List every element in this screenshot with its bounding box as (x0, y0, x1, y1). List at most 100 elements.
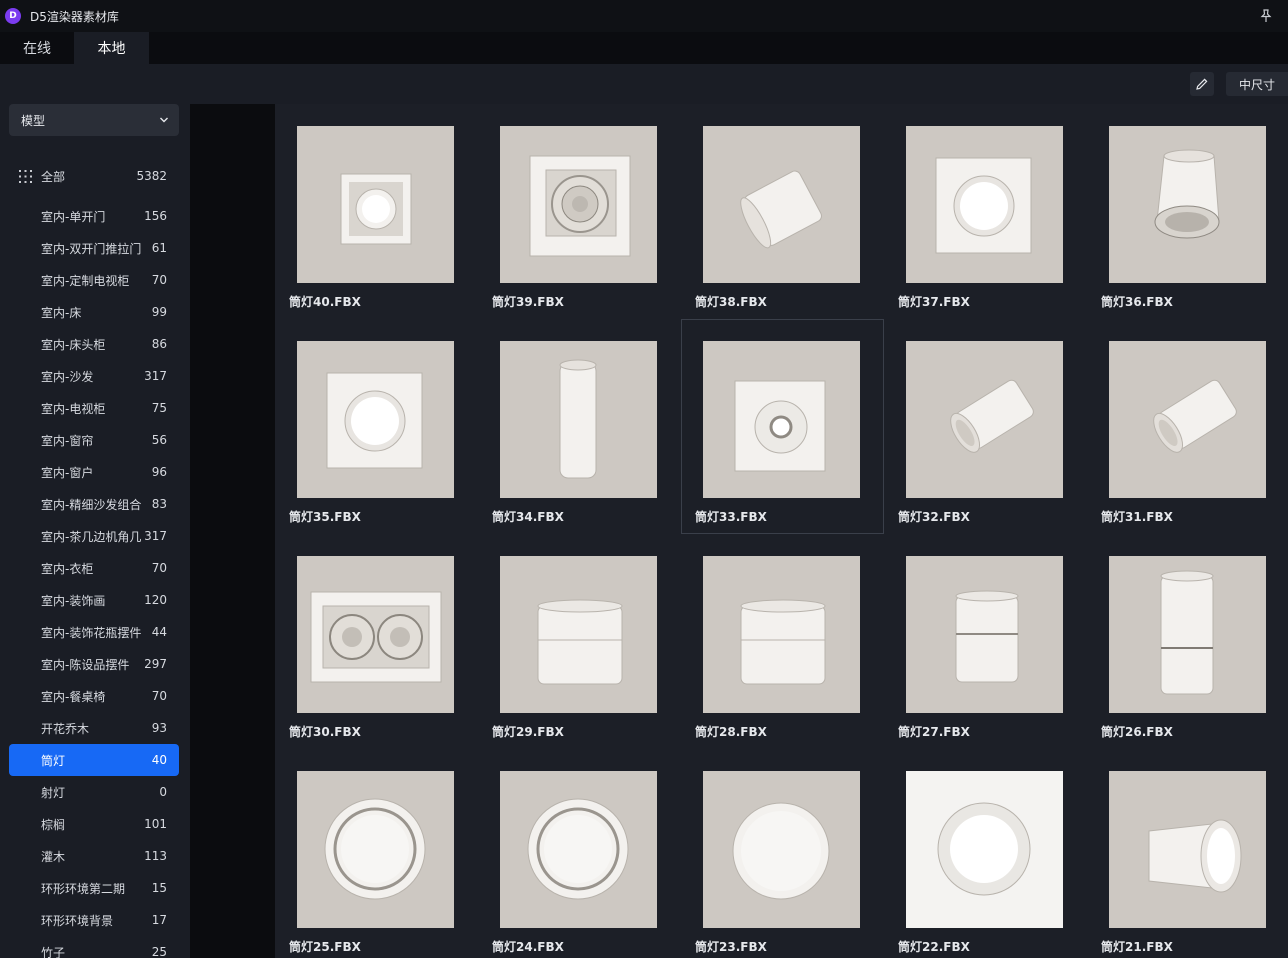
sidebar-item-count: 93 (151, 721, 167, 735)
sidebar-item[interactable]: 室内-电视柜 75 (9, 392, 179, 424)
asset-card[interactable]: 筒灯39.FBX (478, 104, 681, 319)
asset-thumbnail (1109, 126, 1266, 283)
asset-card[interactable]: 筒灯32.FBX (884, 319, 1087, 534)
sidebar-item[interactable]: 环形环境背景 17 (9, 904, 179, 936)
round-ring-downlight-icon (297, 771, 454, 928)
sidebar-item-label: 棕榈 (41, 817, 66, 832)
short-cylinder-light-icon (906, 556, 1063, 713)
sidebar-item-count: 61 (151, 241, 167, 255)
asset-name: 筒灯28.FBX (695, 725, 767, 739)
asset-card[interactable]: 筒灯29.FBX (478, 534, 681, 749)
dropdown-value: 模型 (21, 113, 46, 128)
sidebar-item-count: 113 (144, 849, 167, 863)
sidebar-item-label: 室内-床 (41, 305, 82, 320)
sidebar-item[interactable]: 室内-定制电视柜 70 (9, 264, 179, 296)
sidebar-item[interactable]: 室内-茶几边机角几 317 (9, 520, 179, 552)
asset-card[interactable]: 筒灯38.FBX (681, 104, 884, 319)
sidebar-item-label: 室内-衣柜 (41, 561, 94, 576)
sidebar-item-count: 101 (144, 817, 167, 831)
sidebar-item-label: 室内-装饰花瓶摆件 (41, 625, 142, 640)
asset-card[interactable]: 筒灯40.FBX (275, 104, 478, 319)
sidebar-item-count: 25 (151, 945, 167, 958)
sidebar-item[interactable]: 射灯 0 (9, 776, 179, 808)
asset-thumbnail (297, 556, 454, 713)
wide-cylinder-light-icon (500, 556, 657, 713)
tab-local[interactable]: 本地 (74, 32, 149, 64)
sidebar-item-label: 环形环境背景 (41, 913, 114, 928)
sidebar-item-label: 环形环境第二期 (41, 881, 126, 896)
sidebar-item[interactable]: 室内-单开门 156 (9, 200, 179, 232)
sidebar-item-count: 96 (151, 465, 167, 479)
asset-name: 筒灯26.FBX (1101, 725, 1173, 739)
sidebar-item-label: 室内-陈设品摆件 (41, 657, 130, 672)
asset-card[interactable]: 筒灯30.FBX (275, 534, 478, 749)
asset-name: 筒灯32.FBX (898, 510, 970, 524)
content-side-strip (190, 104, 275, 958)
sidebar-item-count: 75 (151, 401, 167, 415)
asset-thumbnail (500, 126, 657, 283)
sidebar-item-all[interactable]: 全部 5382 (9, 160, 179, 192)
sidebar-item[interactable]: 室内-衣柜 70 (9, 552, 179, 584)
sidebar-item[interactable]: 筒灯 40 (9, 744, 179, 776)
asset-card[interactable]: 筒灯27.FBX (884, 534, 1087, 749)
asset-name: 筒灯22.FBX (898, 940, 970, 954)
asset-thumbnail (1109, 341, 1266, 498)
toolbar: 中尺寸 (0, 64, 1288, 104)
wide-cylinder-light-icon (703, 556, 860, 713)
asset-card[interactable]: 筒灯33.FBX (681, 319, 884, 534)
asset-card[interactable]: 筒灯35.FBX (275, 319, 478, 534)
sidebar-item[interactable]: 室内-床头柜 86 (9, 328, 179, 360)
category-type-dropdown[interactable]: 模型 (9, 104, 179, 136)
asset-card[interactable]: 筒灯21.FBX (1087, 749, 1288, 958)
sidebar-item[interactable]: 开花乔木 93 (9, 712, 179, 744)
title-bar: D D5渲染器素材库 (0, 0, 1288, 32)
sidebar-item[interactable]: 室内-精细沙发组合 83 (9, 488, 179, 520)
asset-card[interactable]: 筒灯22.FBX (884, 749, 1087, 958)
asset-name: 筒灯29.FBX (492, 725, 564, 739)
asset-card[interactable]: 筒灯25.FBX (275, 749, 478, 958)
app-logo-icon: D (5, 8, 21, 24)
sidebar-item-label: 灌木 (41, 849, 66, 864)
grid-icon (19, 170, 32, 183)
asset-name: 筒灯39.FBX (492, 295, 564, 309)
sidebar-item[interactable]: 室内-装饰花瓶摆件 44 (9, 616, 179, 648)
sidebar-item[interactable]: 灌木 113 (9, 840, 179, 872)
square-round-downlight-icon (297, 341, 454, 498)
pin-icon[interactable] (1258, 8, 1274, 24)
sidebar-item-label: 射灯 (41, 785, 66, 800)
asset-thumbnail (703, 771, 860, 928)
tab-online[interactable]: 在线 (0, 32, 74, 64)
sidebar-item[interactable]: 室内-窗帘 56 (9, 424, 179, 456)
sidebar-item-count: 40 (151, 753, 167, 767)
sidebar-item[interactable]: 棕榈 101 (9, 808, 179, 840)
asset-card[interactable]: 筒灯36.FBX (1087, 104, 1288, 319)
asset-card[interactable]: 筒灯31.FBX (1087, 319, 1288, 534)
sidebar-item-count: 56 (151, 433, 167, 447)
asset-card[interactable]: 筒灯34.FBX (478, 319, 681, 534)
side-cylinder-light-icon (1109, 771, 1266, 928)
asset-card[interactable]: 筒灯37.FBX (884, 104, 1087, 319)
edit-button[interactable] (1190, 72, 1214, 96)
asset-card[interactable]: 筒灯24.FBX (478, 749, 681, 958)
sidebar-item-count: 70 (151, 561, 167, 575)
asset-name: 筒灯38.FBX (695, 295, 767, 309)
sidebar-item[interactable]: 环形环境第二期 15 (9, 872, 179, 904)
sidebar-item[interactable]: 室内-床 99 (9, 296, 179, 328)
sidebar-item[interactable]: 室内-窗户 96 (9, 456, 179, 488)
sidebar-item-label: 筒灯 (41, 753, 66, 768)
sidebar-item-label: 室内-精细沙发组合 (41, 497, 142, 512)
asset-name: 筒灯34.FBX (492, 510, 564, 524)
asset-card[interactable]: 筒灯23.FBX (681, 749, 884, 958)
sidebar-item[interactable]: 竹子 25 (9, 936, 179, 958)
sidebar-item[interactable]: 室内-双开门推拉门 61 (9, 232, 179, 264)
sidebar-item[interactable]: 室内-沙发 317 (9, 360, 179, 392)
asset-card[interactable]: 筒灯26.FBX (1087, 534, 1288, 749)
thumbnail-size-button[interactable]: 中尺寸 (1226, 72, 1288, 96)
sidebar-item[interactable]: 室内-陈设品摆件 297 (9, 648, 179, 680)
sidebar-item[interactable]: 室内-餐桌椅 70 (9, 680, 179, 712)
round-ring-downlight-icon (500, 771, 657, 928)
sidebar-item-label: 开花乔木 (41, 721, 90, 736)
sidebar-item-label: 竹子 (41, 945, 66, 958)
sidebar-item[interactable]: 室内-装饰画 120 (9, 584, 179, 616)
asset-card[interactable]: 筒灯28.FBX (681, 534, 884, 749)
